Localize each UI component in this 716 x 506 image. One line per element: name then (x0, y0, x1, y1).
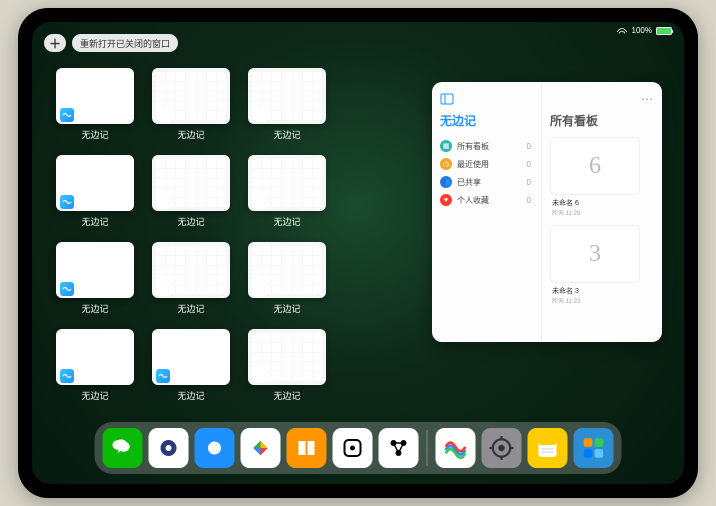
window-thumbnail[interactable]: 无边记 (152, 329, 230, 402)
freeform-icon (60, 369, 74, 383)
window-thumbnail[interactable]: 无边记 (248, 329, 326, 402)
thumbnail-label: 无边记 (81, 302, 108, 315)
panel-sidebar: 无边记 ▦ 所有看板 0 ◷ 最近使用 0 👥 已共享 0 ♥ (432, 82, 542, 342)
panel-left-title: 无边记 (440, 112, 533, 129)
freeform-icon (156, 195, 170, 209)
board-time: 昨天 11:28 (552, 208, 640, 217)
panel-content: ⋯ 所有看板 6 未命名 6 昨天 11:28 3 未命名 3 昨天 11:23 (542, 82, 662, 342)
dock-separator (427, 430, 428, 466)
freeform-icon (60, 282, 74, 296)
menu-shared[interactable]: 👥 已共享 0 (440, 173, 533, 191)
menu-count: 0 (527, 142, 531, 151)
menu-count: 0 (527, 178, 531, 187)
more-icon[interactable]: ⋯ (641, 92, 654, 106)
thumbnail-label: 无边记 (273, 389, 300, 402)
freeform-icon (156, 282, 170, 296)
dock-nodes[interactable] (379, 428, 419, 468)
thumbnail-label: 无边记 (81, 389, 108, 402)
board-title: 未命名 6 (552, 198, 640, 208)
ipad-device: 100% ＋ 重新打开已关闭的窗口 无边记 无边记 无边记 (18, 8, 698, 498)
freeform-icon (156, 369, 170, 383)
freeform-icon (252, 195, 266, 209)
window-thumbnail[interactable]: 无边记 (56, 155, 134, 228)
dock-browser[interactable] (195, 428, 235, 468)
clock-icon: ◷ (440, 158, 452, 170)
dock-quark[interactable] (149, 428, 189, 468)
dock-books[interactable] (287, 428, 327, 468)
menu-favorites[interactable]: ♥ 个人收藏 0 (440, 191, 533, 209)
dock-play[interactable] (241, 428, 281, 468)
board-preview: 3 (550, 225, 640, 283)
wifi-icon (616, 27, 628, 35)
top-toolbar: ＋ 重新打开已关闭的窗口 (44, 34, 178, 52)
menu-count: 0 (527, 160, 531, 169)
window-thumbnail[interactable]: 无边记 (56, 68, 134, 141)
thumbnail-label: 无边记 (177, 389, 204, 402)
grid-icon: ▦ (440, 140, 452, 152)
window-grid: 无边记 无边记 无边记 无边记 无边记 (56, 68, 426, 416)
sidebar-icon[interactable] (440, 92, 454, 106)
thumbnail-label: 无边记 (177, 302, 204, 315)
menu-count: 0 (527, 196, 531, 205)
dock-settings[interactable] (482, 428, 522, 468)
status-bar: 100% (616, 26, 672, 35)
battery-icon (656, 27, 672, 35)
board-title: 未命名 3 (552, 286, 640, 296)
window-thumbnail[interactable]: 无边记 (152, 242, 230, 315)
menu-label: 所有看板 (457, 141, 489, 152)
menu-label: 个人收藏 (457, 195, 489, 206)
new-window-button[interactable]: ＋ (44, 34, 66, 52)
thumbnail-label: 无边记 (273, 302, 300, 315)
menu-all-boards[interactable]: ▦ 所有看板 0 (440, 137, 533, 155)
battery-percent: 100% (632, 26, 652, 35)
board-card[interactable]: 3 未命名 3 昨天 11:23 (550, 225, 640, 305)
board-preview: 6 (550, 137, 640, 195)
dock-notes[interactable] (528, 428, 568, 468)
menu-label: 最近使用 (457, 159, 489, 170)
dock-dice[interactable] (333, 428, 373, 468)
thumbnail-label: 无边记 (273, 128, 300, 141)
reopen-closed-button[interactable]: 重新打开已关闭的窗口 (72, 34, 178, 52)
freeform-icon (252, 282, 266, 296)
freeform-icon (60, 108, 74, 122)
dock-wechat[interactable] (103, 428, 143, 468)
thumbnail-label: 无边记 (81, 128, 108, 141)
freeform-icon (156, 108, 170, 122)
board-time: 昨天 11:23 (552, 296, 640, 305)
heart-icon: ♥ (440, 194, 452, 206)
window-thumbnail[interactable]: 无边记 (56, 329, 134, 402)
board-card[interactable]: 6 未命名 6 昨天 11:28 (550, 137, 640, 217)
thumbnail-label: 无边记 (177, 128, 204, 141)
freeform-icon (252, 108, 266, 122)
dock (95, 422, 622, 474)
window-thumbnail[interactable]: 无边记 (56, 242, 134, 315)
menu-recent[interactable]: ◷ 最近使用 0 (440, 155, 533, 173)
window-thumbnail[interactable]: 无边记 (248, 242, 326, 315)
dock-freeform[interactable] (436, 428, 476, 468)
menu-label: 已共享 (457, 177, 481, 188)
window-thumbnail[interactable]: 无边记 (248, 68, 326, 141)
window-thumbnail[interactable]: 无边记 (248, 155, 326, 228)
freeform-icon (252, 369, 266, 383)
dock-app-library[interactable] (574, 428, 614, 468)
thumbnail-label: 无边记 (177, 215, 204, 228)
window-thumbnail[interactable]: 无边记 (152, 68, 230, 141)
panel-right-title: 所有看板 (550, 112, 654, 129)
window-thumbnail[interactable]: 无边记 (152, 155, 230, 228)
freeform-icon (60, 195, 74, 209)
people-icon: 👥 (440, 176, 452, 188)
thumbnail-label: 无边记 (81, 215, 108, 228)
screen: 100% ＋ 重新打开已关闭的窗口 无边记 无边记 无边记 (32, 22, 684, 484)
thumbnail-label: 无边记 (273, 215, 300, 228)
freeform-panel[interactable]: 无边记 ▦ 所有看板 0 ◷ 最近使用 0 👥 已共享 0 ♥ (432, 82, 662, 342)
